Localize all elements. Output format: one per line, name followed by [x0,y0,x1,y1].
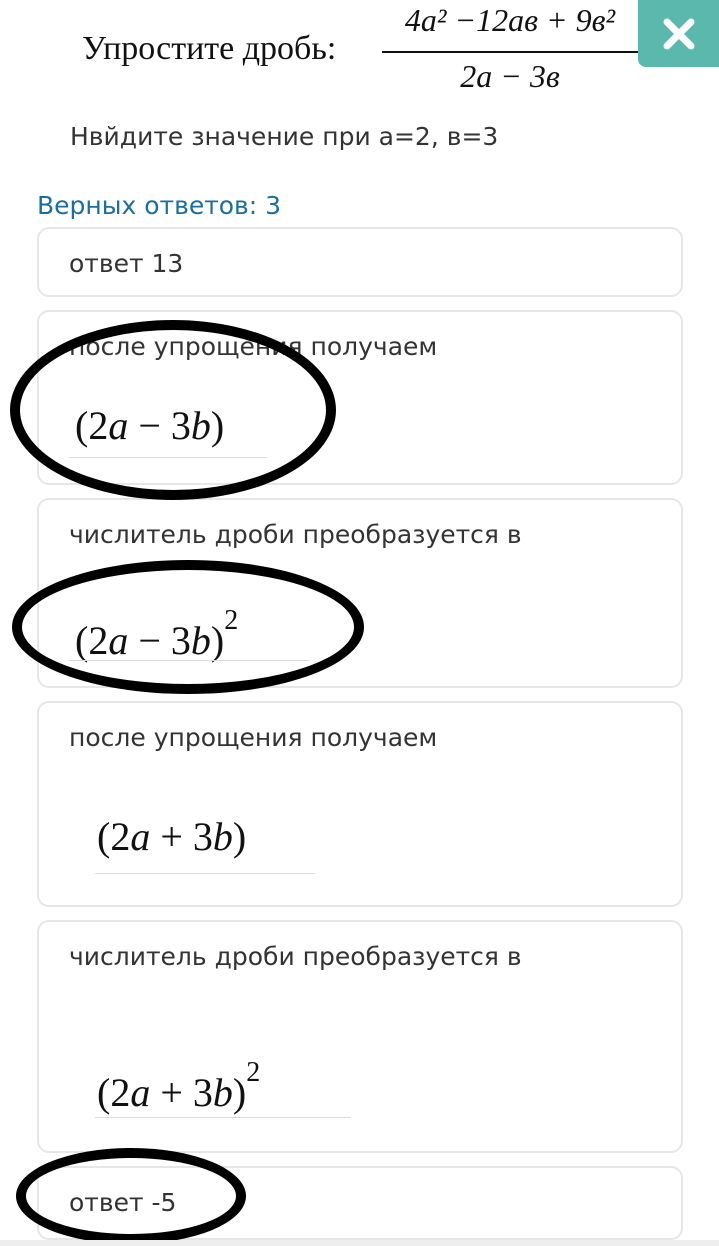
question-image: Упростите дробь: 4a² −12ав + 9в² 2a − 3в [0,0,640,110]
fraction-bar [382,51,638,53]
option-text: после упрощения получаем [69,332,438,361]
formula-underline [95,873,315,874]
fraction-numerator: 4a² −12ав + 9в² [404,2,616,38]
answer-option[interactable]: числитель дроби преобразуется в (2a − 3b… [37,498,683,688]
formula-underline [69,660,309,661]
formula-underline [95,1117,351,1118]
formula-underline [69,457,267,458]
answer-option[interactable]: ответ 13 [37,227,683,297]
question-subtitle: Нвйдите значение при а=2, в=3 [70,122,499,151]
correct-answers-count: Верных ответов: 3 [37,191,282,220]
close-button[interactable] [638,0,719,67]
option-formula: (2a − 3b) [75,403,225,448]
fraction-denominator: 2a − 3в [460,58,560,94]
option-text: ответ -5 [69,1188,177,1217]
answer-option[interactable]: ответ -5 [37,1166,683,1240]
option-text: числитель дроби преобразуется в [69,942,522,971]
option-formula: (2a + 3b) [97,814,247,859]
option-text: ответ 13 [69,249,184,278]
question-prefix: Упростите дробь: [82,30,337,67]
answer-option[interactable]: числитель дроби преобразуется в (2a + 3b… [37,920,683,1153]
option-formula: (2a − 3b)2 [75,605,239,664]
answer-option[interactable]: после упрощения получаем (2a − 3b) [37,310,683,485]
option-text: после упрощения получаем [69,723,438,752]
question-fraction: 4a² −12ав + 9в² 2a − 3в [380,2,640,102]
option-text: числитель дроби преобразуется в [69,520,522,549]
close-icon [663,18,694,49]
answer-option[interactable]: после упрощения получаем (2a + 3b) [37,701,683,907]
option-formula: (2a + 3b)2 [97,1057,261,1116]
bottom-divider [0,1240,719,1246]
